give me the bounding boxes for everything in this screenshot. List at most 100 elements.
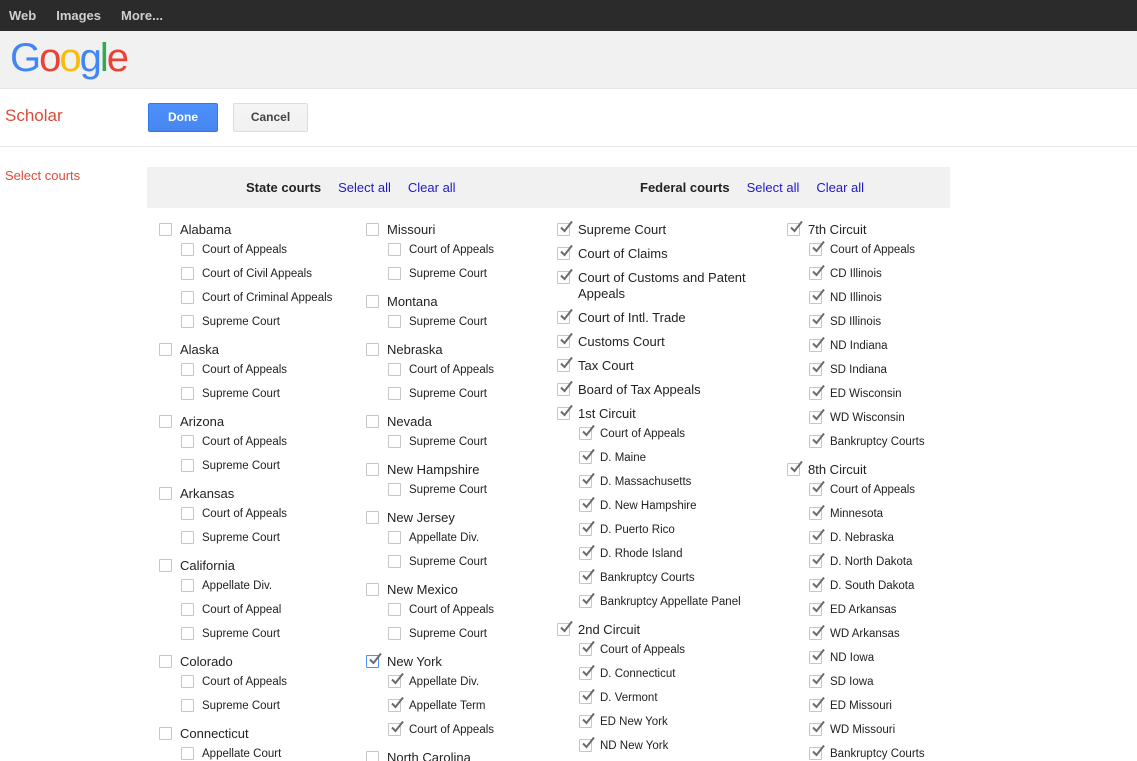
checkbox-checked[interactable] (579, 643, 592, 656)
court-group-row[interactable]: Nevada (366, 414, 551, 430)
checkbox-unchecked[interactable] (388, 603, 401, 616)
checkbox-unchecked[interactable] (159, 343, 172, 356)
checkbox-unchecked[interactable] (388, 435, 401, 448)
checkbox-checked[interactable] (809, 531, 822, 544)
court-row[interactable]: Court of Appeals (181, 435, 359, 449)
checkbox-checked[interactable] (557, 247, 570, 260)
checkbox-checked[interactable] (388, 675, 401, 688)
checkbox-checked[interactable] (557, 383, 570, 396)
checkbox-unchecked[interactable] (388, 555, 401, 568)
court-row[interactable]: WD Missouri (809, 723, 962, 737)
court-row[interactable]: SD Illinois (809, 315, 962, 329)
checkbox-unchecked[interactable] (181, 459, 194, 472)
court-row[interactable]: Court of Appeal (181, 603, 359, 617)
checkbox-unchecked[interactable] (388, 483, 401, 496)
court-group-row[interactable]: Alabama (159, 222, 359, 238)
court-group-row[interactable]: Arkansas (159, 486, 359, 502)
checkbox-checked[interactable] (809, 243, 822, 256)
checkbox-unchecked[interactable] (181, 291, 194, 304)
checkbox-unchecked[interactable] (366, 751, 379, 761)
checkbox-checked[interactable] (388, 723, 401, 736)
checkbox-checked[interactable] (579, 475, 592, 488)
court-row[interactable]: Supreme Court (388, 267, 551, 281)
court-group-row[interactable]: North Carolina (366, 750, 551, 761)
court-row[interactable]: Supreme Court (181, 387, 359, 401)
court-row[interactable]: D. Puerto Rico (579, 523, 757, 537)
nav-web[interactable]: Web (9, 8, 36, 23)
court-row[interactable]: Supreme Court (181, 699, 359, 713)
court-row[interactable]: Bankruptcy Courts (809, 747, 962, 761)
checkbox-checked[interactable] (579, 547, 592, 560)
court-group-row[interactable]: 2nd Circuit (557, 622, 757, 638)
court-row[interactable]: D. Rhode Island (579, 547, 757, 561)
checkbox-checked[interactable] (809, 723, 822, 736)
checkbox-unchecked[interactable] (366, 343, 379, 356)
court-row[interactable]: Court of Appeals (181, 507, 359, 521)
court-row[interactable]: D. Vermont (579, 691, 757, 705)
court-row[interactable]: Appellate Term (388, 699, 551, 713)
court-group-row[interactable]: New Hampshire (366, 462, 551, 478)
checkbox-unchecked[interactable] (159, 223, 172, 236)
court-row[interactable]: Supreme Court (388, 555, 551, 569)
court-group-row[interactable]: 8th Circuit (787, 462, 962, 478)
checkbox-unchecked[interactable] (366, 415, 379, 428)
checkbox-unchecked[interactable] (159, 655, 172, 668)
checkbox-checked[interactable] (579, 427, 592, 440)
court-row[interactable]: Supreme Court (388, 435, 551, 449)
checkbox-checked[interactable] (809, 579, 822, 592)
court-row[interactable]: WD Arkansas (809, 627, 962, 641)
checkbox-unchecked[interactable] (388, 531, 401, 544)
court-row[interactable]: Supreme Court (388, 387, 551, 401)
court-group-row[interactable]: Missouri (366, 222, 551, 238)
checkbox-checked[interactable] (579, 595, 592, 608)
checkbox-checked[interactable] (557, 359, 570, 372)
court-group-row[interactable]: New Jersey (366, 510, 551, 526)
checkbox-unchecked[interactable] (159, 559, 172, 572)
court-row[interactable]: Minnesota (809, 507, 962, 521)
court-row[interactable]: Court of Appeals (181, 675, 359, 689)
checkbox-unchecked[interactable] (388, 363, 401, 376)
court-group-row[interactable]: Colorado (159, 654, 359, 670)
court-row[interactable]: Court of Criminal Appeals (181, 291, 359, 305)
court-group-row[interactable]: New Mexico (366, 582, 551, 598)
scholar-brand-link[interactable]: Scholar (5, 106, 63, 126)
checkbox-checked[interactable] (388, 699, 401, 712)
checkbox-checked[interactable] (579, 571, 592, 584)
court-group-row[interactable]: Montana (366, 294, 551, 310)
court-group-row[interactable]: 7th Circuit (787, 222, 962, 238)
court-row[interactable]: ND Illinois (809, 291, 962, 305)
checkbox-unchecked[interactable] (366, 583, 379, 596)
court-row[interactable]: Court of Appeals (579, 427, 757, 441)
court-row[interactable]: Court of Civil Appeals (181, 267, 359, 281)
court-row[interactable]: Appellate Div. (388, 531, 551, 545)
court-row[interactable]: CD Illinois (809, 267, 962, 281)
court-row[interactable]: Bankruptcy Courts (809, 435, 962, 449)
checkbox-checked[interactable] (809, 387, 822, 400)
federal-select-all-link[interactable]: Select all (747, 180, 800, 195)
checkbox-checked[interactable] (557, 407, 570, 420)
checkbox-checked[interactable] (809, 267, 822, 280)
checkbox-unchecked[interactable] (159, 487, 172, 500)
court-row[interactable]: Court of Appeals (809, 243, 962, 257)
checkbox-unchecked[interactable] (181, 627, 194, 640)
court-group-row[interactable]: Tax Court (557, 358, 757, 374)
court-row[interactable]: Supreme Court (388, 627, 551, 641)
checkbox-checked[interactable] (809, 363, 822, 376)
checkbox-unchecked[interactable] (181, 243, 194, 256)
court-row[interactable]: Court of Appeals (388, 603, 551, 617)
checkbox-unchecked[interactable] (159, 727, 172, 740)
court-row[interactable]: Bankruptcy Appellate Panel (579, 595, 757, 609)
court-row[interactable]: D. Massachusetts (579, 475, 757, 489)
checkbox-unchecked[interactable] (181, 699, 194, 712)
checkbox-checked[interactable] (557, 335, 570, 348)
checkbox-checked[interactable] (579, 451, 592, 464)
checkbox-unchecked[interactable] (181, 507, 194, 520)
checkbox-unchecked[interactable] (181, 579, 194, 592)
court-row[interactable]: Bankruptcy Courts (579, 571, 757, 585)
checkbox-unchecked[interactable] (181, 675, 194, 688)
checkbox-unchecked[interactable] (366, 295, 379, 308)
checkbox-checked[interactable] (579, 667, 592, 680)
court-group-row[interactable]: Alaska (159, 342, 359, 358)
court-group-row[interactable]: Court of Claims (557, 246, 757, 262)
checkbox-checked[interactable] (579, 499, 592, 512)
